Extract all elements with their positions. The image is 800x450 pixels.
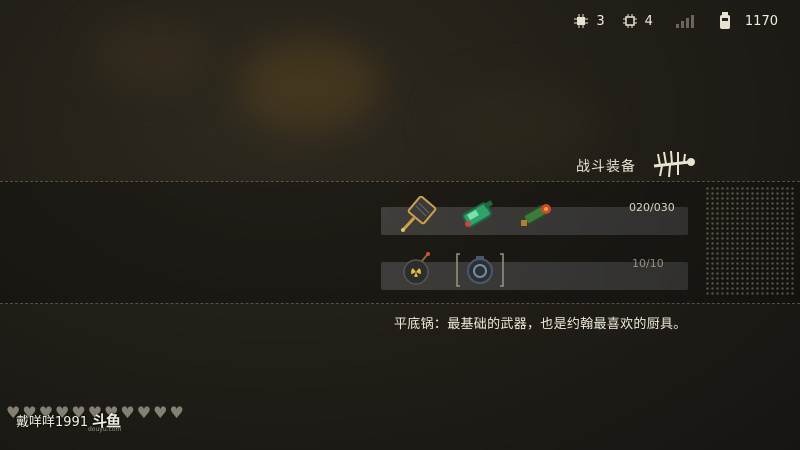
background-glow bbox=[90, 20, 210, 90]
watermark-user: 戴咩咩1991 bbox=[16, 415, 89, 430]
bomb-icon[interactable] bbox=[398, 250, 438, 290]
watermark-sub: douyu.com bbox=[88, 426, 122, 433]
heart-icon: ♥ bbox=[136, 403, 152, 422]
heart-icon: ♥ bbox=[120, 403, 135, 422]
locked-slot-icon[interactable] bbox=[456, 250, 504, 290]
heart-icon: ♥ bbox=[153, 403, 168, 422]
section-title: 战斗装备 bbox=[576, 159, 636, 175]
bomb-count: 10/10 bbox=[632, 257, 664, 270]
fishbone-icon bbox=[653, 150, 695, 178]
dotted-pattern bbox=[705, 186, 795, 296]
flamethrower-icon[interactable] bbox=[516, 196, 556, 236]
chip-count-a: 3 bbox=[596, 13, 605, 29]
gas-tank-icon bbox=[719, 12, 730, 29]
chip-icon bbox=[622, 14, 637, 28]
item-description: 平底锅：最基础的武器，也是约翰最喜欢的厨具。 bbox=[394, 317, 687, 332]
frying-pan-icon[interactable] bbox=[398, 196, 438, 236]
chip-count-b: 4 bbox=[644, 13, 653, 29]
chip-counter-a: 3 bbox=[574, 13, 605, 29]
money-value: 1170 bbox=[744, 13, 778, 29]
hud-bar: 3 4 1170 bbox=[574, 12, 778, 30]
chip-counter-b: 4 bbox=[622, 13, 653, 29]
signal-icon bbox=[675, 15, 694, 28]
heart-icon: ♥ bbox=[169, 403, 184, 422]
green-blaster-icon[interactable] bbox=[458, 196, 498, 236]
weapon-count: 020/030 bbox=[629, 201, 675, 214]
money-counter: 1170 bbox=[719, 12, 778, 30]
chip-icon bbox=[574, 14, 589, 28]
background-glow bbox=[240, 40, 380, 130]
